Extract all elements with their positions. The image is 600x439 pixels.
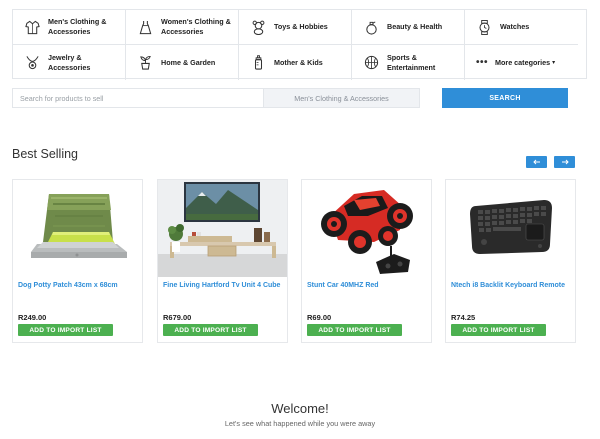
plant-icon: [137, 55, 153, 71]
add-to-import-list-button[interactable]: ADD TO IMPORT LIST: [307, 324, 402, 336]
add-to-import-list-button[interactable]: ADD TO IMPORT LIST: [18, 324, 113, 336]
category-label: Beauty & Health: [387, 22, 443, 32]
product-name-link[interactable]: Fine Living Hartford Tv Unit 4 Cube: [163, 281, 283, 290]
necklace-icon: [24, 55, 40, 71]
category-label: Women's Clothing & Accessories: [161, 17, 231, 36]
category-watches[interactable]: Watches: [465, 10, 578, 45]
arrow-right-icon: [561, 158, 569, 167]
category-home-garden[interactable]: Home & Garden: [126, 45, 239, 80]
dress-icon: [137, 19, 153, 35]
category-toys-hobbies[interactable]: Toys & Hobbies: [239, 10, 352, 45]
category-label: Mother & Kids: [274, 57, 323, 67]
more-categories-dropdown[interactable]: ••• More categories ▾: [465, 45, 578, 80]
product-image[interactable]: [302, 180, 431, 277]
category-label: Watches: [500, 22, 530, 32]
product-price: R679.00: [163, 313, 192, 322]
product-image[interactable]: [13, 180, 142, 277]
product-card: Dog Potty Patch 43cm x 68cm R249.00 ADD …: [12, 179, 143, 343]
carousel-next-button[interactable]: [554, 156, 575, 168]
product-price: R249.00: [18, 313, 47, 322]
product-card: Stunt Car 40MHZ Red R69.00 ADD TO IMPORT…: [301, 179, 432, 343]
category-label: Men's Clothing & Accessories: [48, 17, 107, 36]
category-mother-kids[interactable]: Mother & Kids: [239, 45, 352, 80]
product-price: R69.00: [307, 313, 332, 322]
product-card: Fine Living Hartford Tv Unit 4 Cube R679…: [157, 179, 288, 343]
welcome-title: Welcome!: [271, 401, 329, 416]
product-image[interactable]: [158, 180, 287, 277]
product-name-link[interactable]: Ntech i8 Backlit Keyboard Remote: [451, 281, 571, 290]
add-to-import-list-button[interactable]: ADD TO IMPORT LIST: [163, 324, 258, 336]
teddy-bear-icon: [250, 19, 266, 35]
perfume-icon: [363, 19, 379, 35]
product-image[interactable]: [446, 180, 575, 277]
category-beauty-health[interactable]: Beauty & Health: [352, 10, 465, 45]
category-grid: Men's Clothing & Accessories Women's Clo…: [12, 9, 587, 80]
best-selling-title: Best Selling: [12, 147, 79, 161]
dots-icon: •••: [476, 57, 489, 68]
add-to-import-list-button[interactable]: ADD TO IMPORT LIST: [451, 324, 546, 336]
watch-icon: [476, 19, 492, 35]
category-label: Toys & Hobbies: [274, 22, 328, 32]
product-name-link[interactable]: Stunt Car 40MHZ Red: [307, 281, 427, 290]
product-name-link[interactable]: Dog Potty Patch 43cm x 68cm: [18, 281, 138, 290]
chevron-down-icon: ▾: [552, 60, 556, 66]
category-label: More categories: [495, 57, 551, 67]
product-card: Ntech i8 Backlit Keyboard Remote R74.25 …: [445, 179, 576, 343]
shirt-icon: [24, 19, 40, 35]
carousel-prev-button[interactable]: [526, 156, 547, 168]
search-category-select[interactable]: Men's Clothing & Accessories: [263, 88, 420, 108]
category-sports[interactable]: Sports & Entertainment: [352, 45, 465, 80]
category-label: Jewelry & Accessories: [48, 52, 91, 72]
search-input[interactable]: [12, 88, 263, 108]
arrow-left-icon: [532, 158, 541, 167]
product-price: R74.25: [451, 313, 476, 322]
category-label: Sports & Entertainment: [387, 52, 436, 72]
basketball-icon: [363, 55, 379, 71]
category-mens-clothing[interactable]: Men's Clothing & Accessories: [13, 10, 126, 45]
search-button[interactable]: SEARCH: [442, 88, 568, 108]
baby-bottle-icon: [250, 55, 266, 71]
category-womens-clothing[interactable]: Women's Clothing & Accessories: [126, 10, 239, 45]
category-label: Home & Garden: [161, 57, 216, 67]
welcome-subtitle: Let's see what happened while you were a…: [224, 419, 376, 428]
category-jewelry[interactable]: Jewelry & Accessories: [13, 45, 126, 80]
search-bar: Men's Clothing & Accessories SEARCH: [12, 88, 568, 108]
